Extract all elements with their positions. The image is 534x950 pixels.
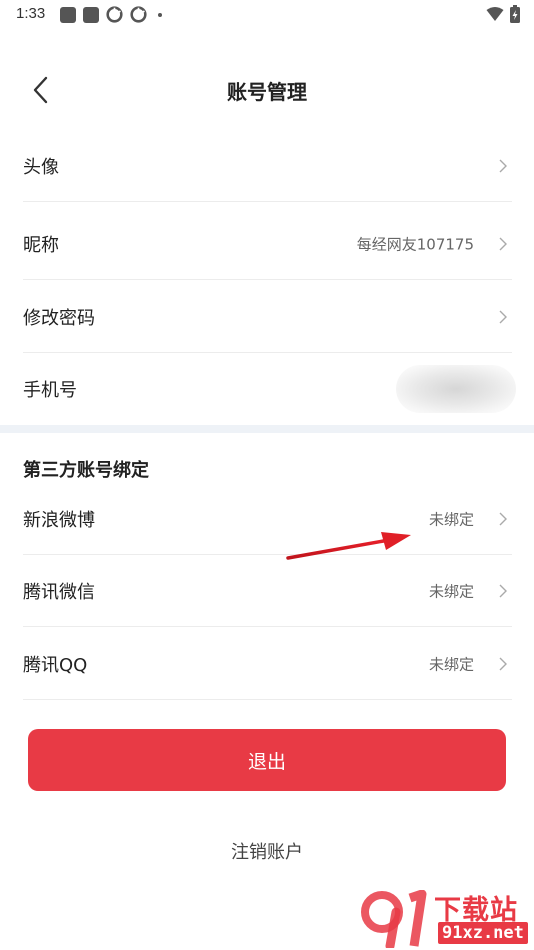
status-bar: 1:33: [0, 0, 534, 30]
sync-notification-icon: [106, 6, 123, 23]
bind-status: 未绑定: [428, 582, 474, 600]
wechat-bind-row[interactable]: 腾讯微信 未绑定: [23, 555, 512, 627]
nickname-row[interactable]: 昵称 每经网友107175: [23, 208, 512, 280]
more-notifications-icon: [158, 12, 162, 17]
page-title: 账号管理: [227, 80, 307, 104]
nickname-value: 每经网友107175: [356, 235, 474, 253]
avatar-row[interactable]: 头像: [23, 130, 512, 202]
logout-button[interactable]: 退出: [28, 729, 506, 791]
weibo-bind-row[interactable]: 新浪微博 未绑定: [23, 483, 512, 555]
wifi-icon: [486, 7, 504, 21]
bind-status: 未绑定: [428, 655, 474, 673]
chevron-right-icon: [499, 584, 507, 597]
app-notification-icon: [83, 6, 99, 23]
battery-charging-icon: [510, 5, 520, 23]
chevron-right-icon: [499, 159, 507, 172]
watermark-site: 91xz.net: [438, 922, 528, 944]
row-label: 新浪微博: [23, 509, 95, 531]
chevron-right-icon: [499, 657, 507, 670]
app-notification-icon: [60, 6, 76, 23]
change-password-row[interactable]: 修改密码: [23, 281, 512, 353]
phone-row[interactable]: 手机号: [23, 353, 516, 425]
site-logo-icon: [361, 890, 427, 948]
notification-icons: [60, 6, 162, 23]
phone-value-blurred: [396, 365, 516, 413]
chevron-right-icon: [499, 310, 507, 323]
system-icons: [486, 5, 520, 23]
chevron-right-icon: [499, 237, 507, 250]
watermark: 下载站 91xz.net: [360, 888, 532, 948]
row-label: 手机号: [23, 380, 77, 401]
row-label: 头像: [23, 156, 59, 178]
row-label: 昵称: [23, 234, 59, 256]
bind-status: 未绑定: [428, 510, 474, 528]
chevron-right-icon: [499, 512, 507, 525]
sync-notification-icon: [130, 6, 147, 23]
row-label: 修改密码: [23, 307, 95, 329]
status-time: 1:33: [16, 5, 46, 22]
navigation-bar: 账号管理: [0, 58, 534, 120]
annotation-arrow-icon: [286, 532, 411, 560]
section-title: 第三方账号绑定: [23, 460, 149, 481]
cancel-account-link[interactable]: 注销账户: [0, 838, 534, 864]
row-label: 腾讯微信: [23, 581, 95, 603]
section-divider: [0, 425, 534, 433]
row-label: 腾讯QQ: [23, 654, 88, 676]
qq-bind-row[interactable]: 腾讯QQ 未绑定: [23, 628, 512, 700]
